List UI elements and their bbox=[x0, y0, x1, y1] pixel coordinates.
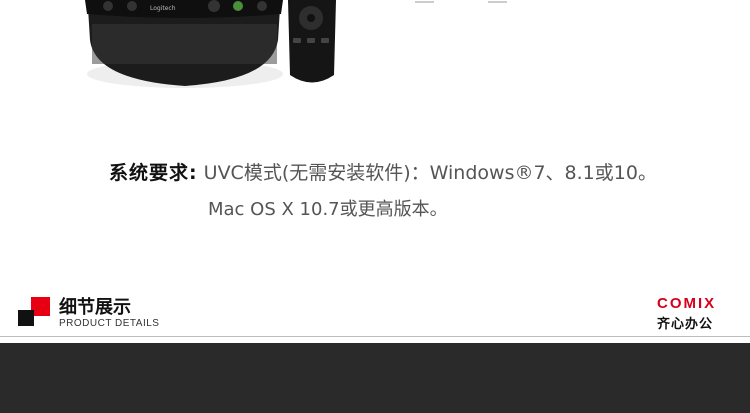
section-title: 细节展示 bbox=[59, 297, 131, 318]
product-photo: Logitech bbox=[0, 0, 750, 100]
requirements-windows-text: UVC模式(无需安装软件)：Windows®7、8.1或10。 bbox=[203, 162, 657, 184]
speaker-button-icon bbox=[127, 1, 137, 11]
system-requirements: 系统要求: UVC模式(无需安装软件)：Windows®7、8.1或10。 Ma… bbox=[0, 150, 750, 230]
call-button-icon bbox=[233, 1, 243, 11]
speaker-logo-text: Logitech bbox=[150, 5, 176, 12]
section-subtitle: PRODUCT DETAILS bbox=[59, 318, 160, 329]
requirements-mac-text: Mac OS X 10.7或更高版本。 bbox=[208, 199, 448, 220]
requirements-label: 系统要求: bbox=[109, 162, 198, 184]
speaker-button-icon bbox=[208, 0, 220, 12]
brand-logo: COMIX 齐心办公 bbox=[655, 295, 735, 332]
divider bbox=[0, 336, 750, 337]
speakerphone-top bbox=[85, 0, 283, 18]
detail-image-panel bbox=[0, 343, 750, 413]
brand-chinese-name: 齐心办公 bbox=[657, 317, 714, 332]
speaker-button-icon bbox=[103, 1, 113, 11]
brand-wordmark: COMIX bbox=[657, 295, 717, 312]
requirements-line-1: 系统要求: UVC模式(无需安装软件)：Windows®7、8.1或10。 bbox=[109, 158, 657, 185]
section-square-icon bbox=[18, 297, 50, 327]
section-header: 细节展示 PRODUCT DETAILS COMIX 齐心办公 bbox=[0, 285, 750, 337]
speaker-button-icon bbox=[257, 1, 267, 11]
speakerphone-and-remote-image: Logitech bbox=[85, 0, 507, 88]
